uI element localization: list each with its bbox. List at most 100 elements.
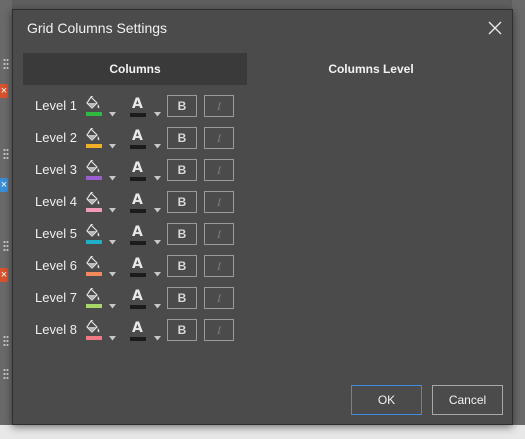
font-color-icon: A: [132, 224, 143, 240]
font-color-swatch: [130, 209, 146, 213]
font-color-dropdown[interactable]: A: [127, 320, 163, 342]
font-color-dropdown[interactable]: A: [127, 224, 163, 246]
chevron-down-icon: [109, 232, 116, 250]
font-color-icon: A: [132, 192, 143, 208]
font-color-dropdown[interactable]: A: [127, 192, 163, 214]
level-row: Level 8 A BI: [13, 318, 512, 343]
chevron-down-icon: [154, 296, 161, 314]
font-color-icon: A: [132, 96, 143, 112]
font-color-icon: A: [132, 160, 143, 176]
level-label: Level 7: [35, 290, 77, 305]
fill-color-dropdown[interactable]: [83, 190, 119, 214]
bold-toggle[interactable]: B: [167, 95, 197, 117]
level-label: Level 3: [35, 162, 77, 177]
bold-toggle[interactable]: B: [167, 319, 197, 341]
fill-color-dropdown[interactable]: [83, 254, 119, 278]
ok-button[interactable]: OK: [351, 385, 422, 415]
chevron-down-icon: [154, 328, 161, 346]
fill-color-dropdown[interactable]: [83, 94, 119, 118]
drag-handle-icon: [3, 368, 9, 380]
font-color-swatch: [130, 177, 146, 181]
tab-columns-level[interactable]: Columns Level: [249, 53, 493, 85]
fill-color-swatch: [86, 208, 102, 212]
font-color-swatch: [130, 113, 146, 117]
bold-toggle[interactable]: B: [167, 191, 197, 213]
chevron-down-icon: [109, 296, 116, 314]
background-app-bottom: [0, 425, 525, 439]
fill-color-swatch: [86, 144, 102, 148]
chevron-down-icon: [109, 104, 116, 122]
drag-handle-icon: [3, 335, 9, 347]
tab-columns[interactable]: Columns: [23, 53, 247, 85]
italic-toggle[interactable]: I: [204, 255, 234, 277]
level-label: Level 1: [35, 98, 77, 113]
bold-toggle[interactable]: B: [167, 223, 197, 245]
level-row: Level 1 A BI: [13, 94, 512, 119]
level-label: Level 8: [35, 322, 77, 337]
chevron-down-icon: [109, 168, 116, 186]
grid-columns-settings-dialog: Grid Columns Settings Columns Columns Le…: [12, 9, 513, 425]
font-color-swatch: [130, 145, 146, 149]
font-color-swatch: [130, 337, 146, 341]
font-color-icon: A: [132, 256, 143, 272]
cancel-button[interactable]: Cancel: [432, 385, 503, 415]
level-row: Level 2 A BI: [13, 126, 512, 151]
background-app-edge-right: [512, 0, 525, 439]
italic-toggle[interactable]: I: [204, 159, 234, 181]
font-color-dropdown[interactable]: A: [127, 128, 163, 150]
level-label: Level 4: [35, 194, 77, 209]
chevron-down-icon: [109, 328, 116, 346]
chevron-down-icon: [154, 264, 161, 282]
drag-handle-icon: [3, 240, 9, 252]
font-color-swatch: [130, 273, 146, 277]
level-label: Level 5: [35, 226, 77, 241]
fill-color-swatch: [86, 304, 102, 308]
drag-handle-icon: [3, 148, 9, 160]
font-color-dropdown[interactable]: A: [127, 288, 163, 310]
italic-toggle[interactable]: I: [204, 191, 234, 213]
close-icon[interactable]: [484, 17, 506, 39]
fill-color-swatch: [86, 112, 102, 116]
font-color-dropdown[interactable]: A: [127, 160, 163, 182]
font-color-swatch: [130, 241, 146, 245]
font-color-icon: A: [132, 288, 143, 304]
bold-toggle[interactable]: B: [167, 127, 197, 149]
font-color-icon: A: [132, 128, 143, 144]
bold-toggle[interactable]: B: [167, 255, 197, 277]
fill-color-swatch: [86, 272, 102, 276]
dialog-titlebar: Grid Columns Settings: [13, 10, 512, 46]
fill-color-dropdown[interactable]: [83, 286, 119, 310]
chevron-down-icon: [154, 168, 161, 186]
fill-color-dropdown[interactable]: [83, 126, 119, 150]
dialog-title: Grid Columns Settings: [27, 20, 168, 36]
remove-icon: ×: [0, 268, 8, 282]
font-color-swatch: [130, 305, 146, 309]
fill-color-dropdown[interactable]: [83, 222, 119, 246]
font-color-dropdown[interactable]: A: [127, 96, 163, 118]
drag-handle-icon: [3, 58, 9, 70]
bold-toggle[interactable]: B: [167, 159, 197, 181]
fill-color-dropdown[interactable]: [83, 158, 119, 182]
chevron-down-icon: [109, 264, 116, 282]
chevron-down-icon: [154, 136, 161, 154]
bold-toggle[interactable]: B: [167, 287, 197, 309]
chevron-down-icon: [109, 200, 116, 218]
level-label: Level 2: [35, 130, 77, 145]
font-color-dropdown[interactable]: A: [127, 256, 163, 278]
level-row: Level 6 A BI: [13, 254, 512, 279]
chevron-down-icon: [109, 136, 116, 154]
italic-toggle[interactable]: I: [204, 287, 234, 309]
fill-color-swatch: [86, 176, 102, 180]
italic-toggle[interactable]: I: [204, 95, 234, 117]
remove-icon: ×: [0, 84, 8, 98]
chevron-down-icon: [154, 200, 161, 218]
chevron-down-icon: [154, 232, 161, 250]
remove-icon: ×: [0, 178, 8, 192]
level-row: Level 4 A BI: [13, 190, 512, 215]
italic-toggle[interactable]: I: [204, 319, 234, 341]
italic-toggle[interactable]: I: [204, 223, 234, 245]
fill-color-dropdown[interactable]: [83, 318, 119, 342]
italic-toggle[interactable]: I: [204, 127, 234, 149]
font-color-icon: A: [132, 320, 143, 336]
fill-color-swatch: [86, 240, 102, 244]
